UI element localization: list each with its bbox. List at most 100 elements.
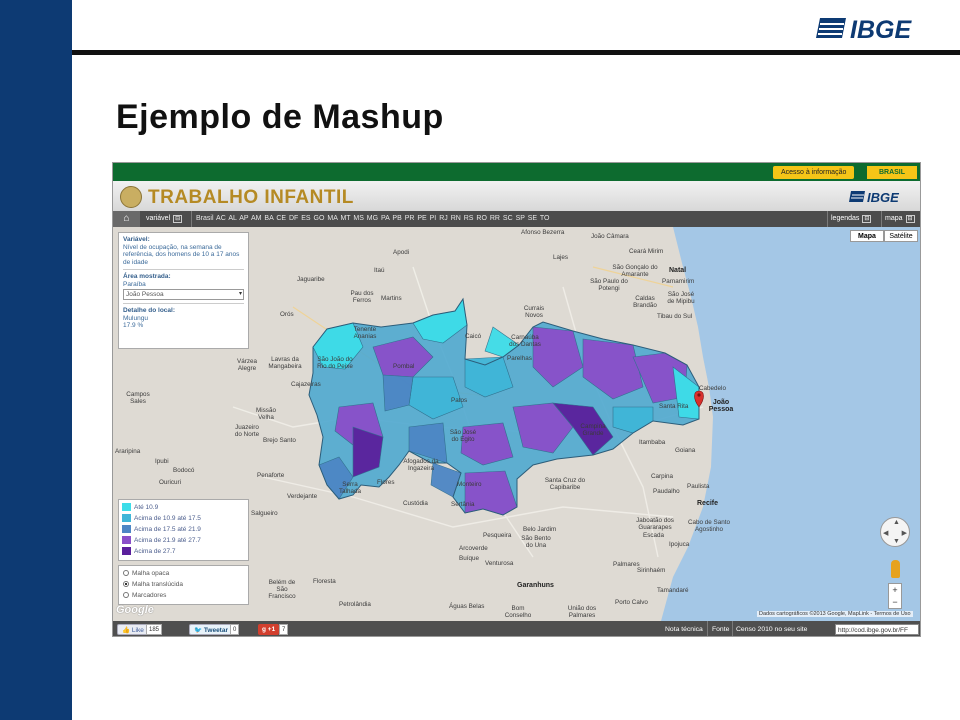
place-label: Garanhuns: [517, 582, 554, 589]
display-mode-label: Malha translúcida: [132, 581, 183, 588]
display-mode-option[interactable]: Malha translúcida: [123, 579, 244, 590]
variable-menu[interactable]: variável ⊟: [146, 211, 183, 227]
place-label: Ceará Mirim: [629, 248, 664, 255]
legend-swatch: [122, 525, 131, 534]
app-header: TRABALHO INFANTIL IBGE: [113, 181, 920, 212]
place-label: São Gonçalo do Amarante: [612, 264, 658, 278]
place-label: Caicó: [465, 333, 482, 340]
place-label: Várzea Alegre: [237, 358, 257, 372]
place-label: Floresta: [313, 578, 336, 585]
place-label: Parelhas: [507, 355, 532, 362]
state-selector[interactable]: Brasil AC AL AP AM BA CE DF ES GO MA MT …: [196, 211, 550, 227]
pan-left-icon[interactable]: ◀: [883, 529, 888, 537]
tweet-count: 0: [230, 624, 240, 635]
place-label: Carpina: [651, 473, 674, 480]
display-mode-option[interactable]: Malha opaca: [123, 568, 244, 579]
legend-label: Acima de 27.7: [134, 548, 176, 555]
radio-button[interactable]: [123, 581, 129, 588]
place-label: Jaguaribe: [297, 276, 325, 283]
fonte-link[interactable]: Fonte: [712, 621, 729, 636]
place-label: Belo Jardim: [523, 526, 557, 533]
legend-item: Até 10.9: [122, 502, 245, 513]
variable-heading: Variável:: [123, 236, 150, 243]
legend-menu[interactable]: legendas ⊟: [831, 211, 872, 227]
place-label: João Pessoa: [708, 399, 734, 413]
map-menu[interactable]: mapa ⊟: [885, 211, 915, 227]
place-label: Campina Grande: [580, 423, 606, 437]
legend-label: Acima de 17.5 até 21.9: [134, 526, 201, 533]
place-label: Palmares: [613, 561, 640, 568]
chevron-down-icon: ▾: [238, 291, 242, 297]
radio-button[interactable]: [123, 570, 129, 577]
place-label: Serra Talhada: [338, 481, 362, 495]
pan-up-icon[interactable]: ▲: [893, 519, 900, 526]
place-label: São José do Egito: [449, 429, 477, 443]
place-label: Bom Conselho: [504, 605, 532, 619]
google-plus-button[interactable]: g +1: [258, 624, 280, 635]
brasil-link[interactable]: BRASIL: [867, 166, 917, 179]
place-label: Ipubi: [155, 458, 169, 465]
radio-button[interactable]: [123, 592, 129, 599]
place-label: Santa Cruz do Capibaribe: [544, 477, 586, 491]
footer-divider: [707, 621, 708, 636]
place-label: Cajazeiras: [291, 381, 321, 388]
share-url-field[interactable]: http://cod.ibge.gov.br/FF: [835, 624, 919, 635]
place-label: Buíque: [459, 555, 479, 562]
like-count: 185: [146, 624, 163, 635]
legend-label: Até 10.9: [134, 504, 159, 511]
legend-item: Acima de 27.7: [122, 546, 245, 557]
legend-swatch: [122, 547, 131, 556]
area-value: Paraíba: [123, 280, 146, 288]
place-label: Santa Rita: [659, 403, 689, 410]
place-label: Custódia: [403, 500, 428, 507]
svg-text:IBGE: IBGE: [850, 16, 912, 42]
access-info-link[interactable]: Acesso à informação: [773, 166, 855, 179]
place-label: Salgueiro: [251, 510, 278, 517]
place-label: Goiana: [675, 447, 696, 454]
place-label: Ouricuri: [159, 479, 182, 486]
place-label: Caldas Brandão: [633, 295, 657, 309]
area-select[interactable]: João Pessoa ▾: [123, 289, 244, 300]
nota-tecnica-link[interactable]: Nota técnica: [665, 621, 703, 636]
place-label: Penaforte: [257, 472, 285, 479]
expand-icon: ⊟: [173, 215, 183, 223]
ibge-logo: IBGE: [816, 16, 912, 42]
google-logo: Google: [116, 604, 154, 616]
place-label: Itaú: [374, 267, 385, 274]
censo-link[interactable]: Censo 2010 no seu site: [736, 621, 807, 636]
expand-icon: ⊟: [862, 215, 872, 223]
facebook-like-button[interactable]: 👍 Like: [117, 624, 149, 635]
place-label: Orós: [280, 311, 294, 318]
place-label: Itambaba: [639, 439, 666, 446]
divider: [123, 303, 244, 304]
place-label: Verdejante: [287, 493, 318, 500]
place-label: Porto Calvo: [615, 599, 648, 606]
nav-divider: [191, 211, 192, 227]
place-label: Afogados da Ingazeira: [403, 458, 439, 472]
street-view-pegman-icon[interactable]: [891, 560, 900, 578]
place-label: Paudalho: [653, 488, 680, 495]
map-canvas[interactable]: Afonso Bezerra João Câmara Ceará Mirim A…: [113, 227, 920, 621]
place-label: Petrolândia: [339, 601, 371, 608]
footer-bar: 👍 Like 185 🐦 Tweetar 0 g +1 7 Nota técni…: [113, 621, 920, 636]
tweet-button[interactable]: 🐦 Tweetar: [189, 624, 233, 635]
pan-right-icon[interactable]: ▶: [902, 529, 907, 537]
map-credits[interactable]: Dados cartográficos ©2013 Google, MapLin…: [757, 611, 913, 617]
place-label: Escada: [643, 532, 665, 539]
map-type-satellite-button[interactable]: Satélite: [884, 230, 918, 242]
zoom-out-button[interactable]: −: [889, 596, 901, 608]
map-type-map-button[interactable]: Mapa: [850, 230, 884, 242]
divider: [123, 269, 244, 270]
place-label: Martins: [381, 295, 402, 302]
place-label: São João do Rio do Peixe: [317, 356, 353, 370]
display-mode-option[interactable]: Marcadores: [123, 590, 244, 601]
pan-control[interactable]: ▲ ◀ ▶ ▼: [880, 517, 910, 547]
legend-item: Acima de 21.9 até 27.7: [122, 535, 245, 546]
place-label: Pesqueira: [483, 532, 512, 539]
place-label: São Paulo do Potengi: [590, 278, 628, 292]
place-label: Belém de São Francisco: [268, 579, 296, 600]
pan-down-icon[interactable]: ▼: [893, 538, 900, 545]
place-label: Venturosa: [485, 560, 514, 567]
zoom-in-button[interactable]: +: [889, 584, 901, 596]
home-icon[interactable]: ⌂: [113, 211, 140, 227]
